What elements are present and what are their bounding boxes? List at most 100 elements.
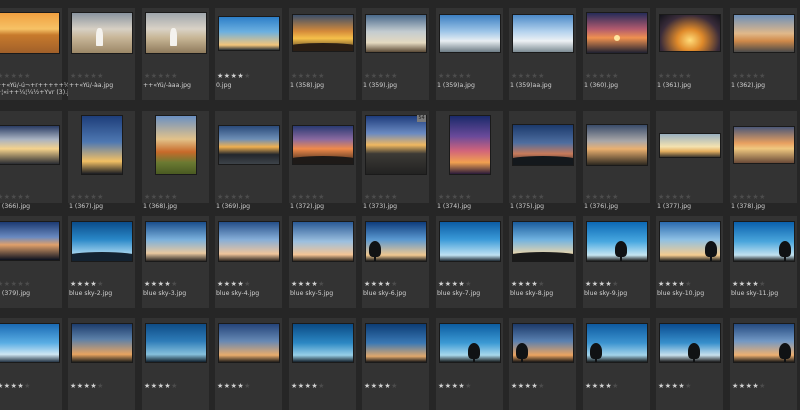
thumbnail-cell[interactable]: ★★★★★ [583,318,650,410]
thumbnail-cell[interactable]: ★★★★★ [68,318,135,410]
star-rating[interactable]: ★★★★★ [364,72,398,80]
star-icon[interactable]: ★ [217,382,224,390]
star-rating[interactable]: ★★★★★ [732,72,766,80]
thumbnail-image[interactable] [145,324,206,362]
star-icon[interactable]: ★ [685,280,692,288]
star-icon[interactable]: ★ [518,72,525,80]
star-icon[interactable]: ★ [291,280,298,288]
star-icon[interactable]: ★ [732,280,739,288]
star-icon[interactable]: ★ [511,72,518,80]
thumbnail-image[interactable] [733,324,794,362]
star-icon[interactable]: ★ [511,193,518,201]
star-icon[interactable]: ★ [511,280,518,288]
star-icon[interactable]: ★ [77,193,84,201]
star-icon[interactable]: ★ [144,382,151,390]
star-icon[interactable]: ★ [391,72,398,80]
star-rating[interactable]: ★★★★★ [438,193,472,201]
star-icon[interactable]: ★ [612,280,619,288]
star-icon[interactable]: ★ [97,193,104,201]
star-rating[interactable]: ★★★★★ [291,280,325,288]
star-icon[interactable]: ★ [298,72,305,80]
star-icon[interactable]: ★ [685,72,692,80]
star-icon[interactable]: ★ [759,280,766,288]
star-icon[interactable]: ★ [318,193,325,201]
star-rating[interactable]: ★★★★★ [291,382,325,390]
star-rating[interactable]: ★★★★★ [70,72,104,80]
star-icon[interactable]: ★ [585,280,592,288]
thumbnail-cell[interactable]: ★★★★★ 0.jpg [215,8,282,100]
star-icon[interactable]: ★ [244,280,251,288]
star-icon[interactable]: ★ [70,382,77,390]
star-icon[interactable]: ★ [224,382,231,390]
star-rating[interactable]: ★★★★★ [658,193,692,201]
star-rating[interactable]: ★★★★★ [511,72,545,80]
thumbnail-cell[interactable]: 54 ★★★★★ 1 (373).jpg [362,111,429,210]
star-rating[interactable]: ★★★★★ [732,280,766,288]
thumbnail-cell[interactable]: ★★★★★ blue sky-8.jpg [509,216,576,308]
thumbnail-image[interactable] [292,15,353,51]
thumbnail-image[interactable] [449,116,490,174]
star-icon[interactable]: ★ [97,280,104,288]
star-icon[interactable]: ★ [151,280,158,288]
thumbnail-cell[interactable]: ★★★★★ 1 (359).jpg [362,8,429,100]
thumbnail-cell[interactable]: ★★★★★ 1 (362).jpg [730,8,797,100]
star-icon[interactable]: ★ [371,280,378,288]
star-icon[interactable]: ★ [665,193,672,201]
star-icon[interactable]: ★ [759,193,766,201]
thumbnail-image[interactable] [512,125,573,165]
star-icon[interactable]: ★ [144,280,151,288]
star-rating[interactable]: ★★★★★ [217,193,251,201]
star-rating[interactable]: ★★★★★ [438,280,472,288]
thumbnail-image[interactable] [71,324,132,362]
star-icon[interactable]: ★ [739,193,746,201]
star-icon[interactable]: ★ [371,382,378,390]
thumbnail-cell[interactable]: ★★★★★ blue sky-11.jpg [730,216,797,308]
thumbnail-image[interactable] [365,324,426,362]
star-icon[interactable]: ★ [298,280,305,288]
thumbnail-image[interactable] [586,324,647,362]
thumbnail-image[interactable] [0,13,59,53]
star-icon[interactable]: ★ [244,382,251,390]
star-rating[interactable]: ★★★★★ [291,72,325,80]
star-icon[interactable]: ★ [291,72,298,80]
star-icon[interactable]: ★ [144,193,151,201]
star-rating[interactable]: ★★★★★ [364,382,398,390]
thumbnail-image[interactable] [365,221,426,261]
star-icon[interactable]: ★ [445,72,452,80]
star-icon[interactable]: ★ [364,382,371,390]
star-rating[interactable]: ★★★★★ [144,382,178,390]
thumbnail-cell[interactable]: ★★★★★ blue sky-2.jpg [68,216,135,308]
thumbnail-cell[interactable]: ★★★★★ 1 (358).jpg [289,8,356,100]
star-icon[interactable]: ★ [171,382,178,390]
star-icon[interactable]: ★ [171,72,178,80]
star-icon[interactable]: ★ [224,280,231,288]
star-icon[interactable]: ★ [4,193,11,201]
thumbnail-cell[interactable]: ★★★★★ [142,318,209,410]
star-icon[interactable]: ★ [24,193,31,201]
star-icon[interactable]: ★ [538,193,545,201]
star-icon[interactable]: ★ [4,382,11,390]
star-icon[interactable]: ★ [151,193,158,201]
star-icon[interactable]: ★ [364,193,371,201]
star-icon[interactable]: ★ [171,193,178,201]
thumbnail-cell[interactable]: ★★★★★ 1 (375).jpg [509,111,576,210]
stack-count-badge[interactable]: 54 [417,115,426,122]
star-icon[interactable]: ★ [4,280,11,288]
star-icon[interactable]: ★ [217,193,224,201]
thumbnail-cell[interactable]: ★★★★★ 1 (377).jpg [656,111,723,210]
star-icon[interactable]: ★ [97,72,104,80]
thumbnail-cell[interactable]: ★★★★★ [436,318,503,410]
thumbnail-cell[interactable]: ★★★★★ blue sky-4.jpg [215,216,282,308]
star-icon[interactable]: ★ [665,382,672,390]
thumbnail-cell[interactable]: ★★★★★ 1 (359)a.jpg [436,8,503,100]
star-icon[interactable]: ★ [465,382,472,390]
thumbnail-cell[interactable]: ★★★★★ blue sky-3.jpg [142,216,209,308]
star-rating[interactable]: ★★★★★ [732,382,766,390]
star-icon[interactable]: ★ [151,72,158,80]
star-rating[interactable]: ★★★★★ [0,193,31,201]
star-icon[interactable]: ★ [217,72,224,80]
thumbnail-cell[interactable]: ★★★★★ blue sky-7.jpg [436,216,503,308]
star-icon[interactable]: ★ [739,382,746,390]
star-rating[interactable]: ★★★★★ [511,193,545,201]
thumbnail-image[interactable] [439,324,500,362]
